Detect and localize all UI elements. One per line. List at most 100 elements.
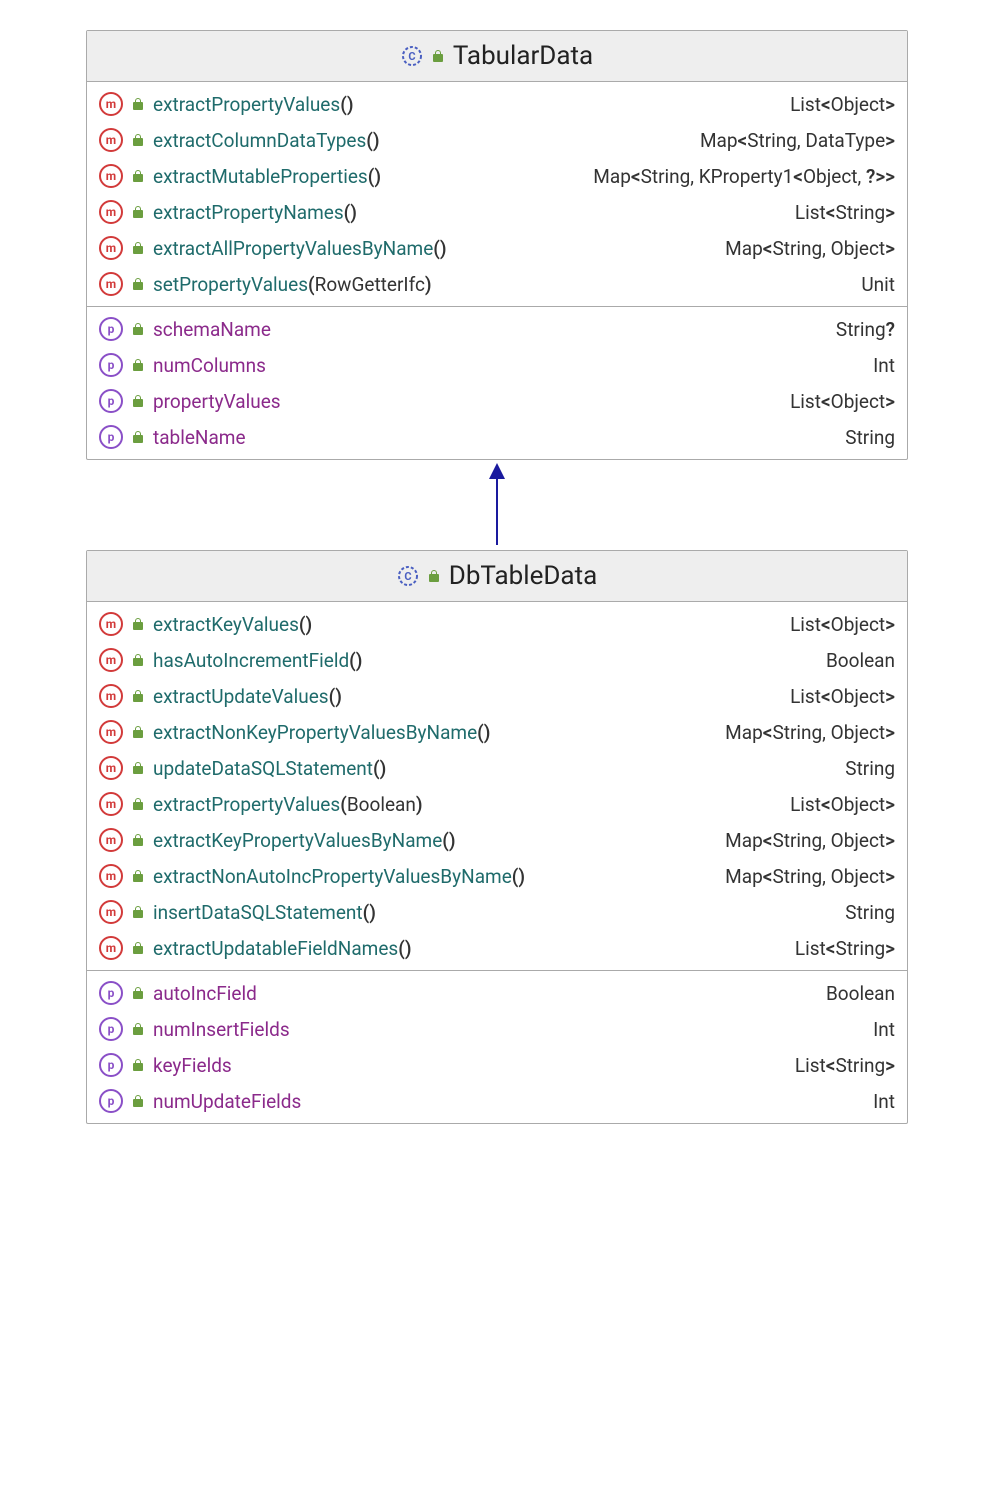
svg-text:C: C bbox=[408, 50, 415, 63]
property-icon: p bbox=[99, 1089, 123, 1113]
return-type: List<Object> bbox=[790, 685, 895, 708]
method-row[interactable]: mextractPropertyValues(Boolean)List<Obje… bbox=[97, 786, 897, 822]
class-header: C DbTableData bbox=[87, 551, 907, 602]
property-name: numInsertFields bbox=[153, 1018, 290, 1041]
method-row[interactable]: mextractKeyValues()List<Object> bbox=[97, 606, 897, 642]
method-row[interactable]: mextractUpdateValues()List<Object> bbox=[97, 678, 897, 714]
property-row[interactable]: p schemaName String? bbox=[97, 311, 897, 347]
inheritance-arrow-container bbox=[87, 460, 907, 550]
method-row[interactable]: mextractNonAutoIncPropertyValuesByName()… bbox=[97, 858, 897, 894]
property-row[interactable]: pnumUpdateFieldsInt bbox=[97, 1083, 897, 1119]
method-row[interactable]: m updateDataSQLStatement() String bbox=[97, 750, 897, 786]
abstract-class-icon: C bbox=[401, 45, 423, 67]
method-name: extractColumnDataTypes() bbox=[153, 129, 380, 152]
method-row[interactable]: mextractAllPropertyValuesByName()Map<Str… bbox=[97, 230, 897, 266]
method-name: insertDataSQLStatement() bbox=[153, 901, 376, 924]
method-row[interactable]: mextractKeyPropertyValuesByName()Map<Str… bbox=[97, 822, 897, 858]
property-name: tableName bbox=[153, 426, 246, 449]
property-name: propertyValues bbox=[153, 390, 281, 413]
lock-icon bbox=[131, 133, 145, 147]
property-icon: p bbox=[99, 389, 123, 413]
method-row[interactable]: mextractColumnDataTypes()Map<String, Dat… bbox=[97, 122, 897, 158]
methods-section: mextractKeyValues()List<Object>mhasAutoI… bbox=[87, 602, 907, 970]
return-type: Map<String, Object> bbox=[725, 721, 895, 744]
method-name: setPropertyValues(RowGetterIfc) bbox=[153, 273, 432, 296]
method-icon: m bbox=[99, 720, 123, 744]
return-type: List<Object> bbox=[790, 793, 895, 816]
method-row[interactable]: m setPropertyValues(RowGetterIfc) Unit bbox=[97, 266, 897, 302]
method-name: hasAutoIncrementField() bbox=[153, 649, 362, 672]
property-row[interactable]: ppropertyValuesList<Object> bbox=[97, 383, 897, 419]
return-type: Map<String, Object> bbox=[725, 237, 895, 260]
lock-icon bbox=[131, 761, 145, 775]
property-row[interactable]: pnumColumnsInt bbox=[97, 347, 897, 383]
method-row[interactable]: m hasAutoIncrementField() Boolean bbox=[97, 642, 897, 678]
lock-icon bbox=[131, 430, 145, 444]
method-name: extractPropertyValues(Boolean) bbox=[153, 793, 423, 816]
property-row[interactable]: pnumInsertFieldsInt bbox=[97, 1011, 897, 1047]
lock-icon bbox=[131, 169, 145, 183]
method-icon: m bbox=[99, 828, 123, 852]
method-row[interactable]: mextractNonKeyPropertyValuesByName()Map<… bbox=[97, 714, 897, 750]
method-icon: m bbox=[99, 272, 123, 296]
method-row[interactable]: mextractPropertyNames()List<String> bbox=[97, 194, 897, 230]
property-type: Int bbox=[873, 1090, 895, 1113]
method-row[interactable]: minsertDataSQLStatement()String bbox=[97, 894, 897, 930]
return-type: Map<String, Object> bbox=[725, 829, 895, 852]
lock-icon bbox=[131, 725, 145, 739]
method-name: extractMutableProperties() bbox=[153, 165, 381, 188]
class-name: TabularData bbox=[453, 41, 593, 71]
lock-icon bbox=[131, 241, 145, 255]
return-type: Map<String, DataType> bbox=[700, 129, 895, 152]
method-name: updateDataSQLStatement() bbox=[153, 757, 386, 780]
property-name: schemaName bbox=[153, 318, 271, 341]
lock-icon bbox=[131, 1022, 145, 1036]
return-type: Map<String, Object> bbox=[725, 865, 895, 888]
lock-icon bbox=[131, 941, 145, 955]
lock-icon bbox=[131, 394, 145, 408]
property-row[interactable]: pkeyFieldsList<String> bbox=[97, 1047, 897, 1083]
method-name: extractUpdatableFieldNames() bbox=[153, 937, 411, 960]
method-row[interactable]: mextractUpdatableFieldNames()List<String… bbox=[97, 930, 897, 966]
method-row[interactable]: m extractMutableProperties() Map<String, K… bbox=[97, 158, 897, 194]
property-name: autoIncField bbox=[153, 982, 257, 1005]
lock-icon bbox=[131, 905, 145, 919]
method-icon: m bbox=[99, 648, 123, 672]
lock-icon bbox=[431, 49, 445, 63]
property-type: Boolean bbox=[826, 982, 895, 1005]
method-icon: m bbox=[99, 756, 123, 780]
lock-icon bbox=[131, 1094, 145, 1108]
lock-icon bbox=[131, 205, 145, 219]
method-name: extractKeyValues() bbox=[153, 613, 312, 636]
property-icon: p bbox=[99, 981, 123, 1005]
abstract-class-icon: C bbox=[397, 565, 419, 587]
return-type: Boolean bbox=[826, 649, 895, 672]
class-tabular-data: C TabularData mextractPropertyValues()Li… bbox=[86, 30, 908, 460]
class-header: C TabularData bbox=[87, 31, 907, 82]
method-name: extractNonAutoIncPropertyValuesByName() bbox=[153, 865, 525, 888]
method-icon: m bbox=[99, 900, 123, 924]
lock-icon bbox=[131, 986, 145, 1000]
method-icon: m bbox=[99, 684, 123, 708]
property-icon: p bbox=[99, 317, 123, 341]
method-icon: m bbox=[99, 236, 123, 260]
lock-icon bbox=[131, 97, 145, 111]
return-type: String bbox=[845, 757, 895, 780]
method-icon: m bbox=[99, 164, 123, 188]
return-type: Map<String, KProperty1<Object, ?>> bbox=[593, 165, 895, 188]
lock-icon bbox=[131, 1058, 145, 1072]
property-type: Int bbox=[873, 354, 895, 377]
property-name: keyFields bbox=[153, 1054, 232, 1077]
class-db-table-data: C DbTableData mextractKeyValues()List<Ob… bbox=[86, 550, 908, 1124]
lock-icon bbox=[131, 653, 145, 667]
return-type: Unit bbox=[861, 273, 895, 296]
lock-icon bbox=[131, 358, 145, 372]
inheritance-arrow bbox=[496, 465, 498, 545]
property-row[interactable]: p autoIncField Boolean bbox=[97, 975, 897, 1011]
method-row[interactable]: mextractPropertyValues()List<Object> bbox=[97, 86, 897, 122]
return-type: List<Object> bbox=[790, 93, 895, 116]
property-type: String? bbox=[836, 318, 895, 341]
lock-icon bbox=[131, 869, 145, 883]
class-name: DbTableData bbox=[449, 561, 597, 591]
property-row[interactable]: ptableNameString bbox=[97, 419, 897, 455]
